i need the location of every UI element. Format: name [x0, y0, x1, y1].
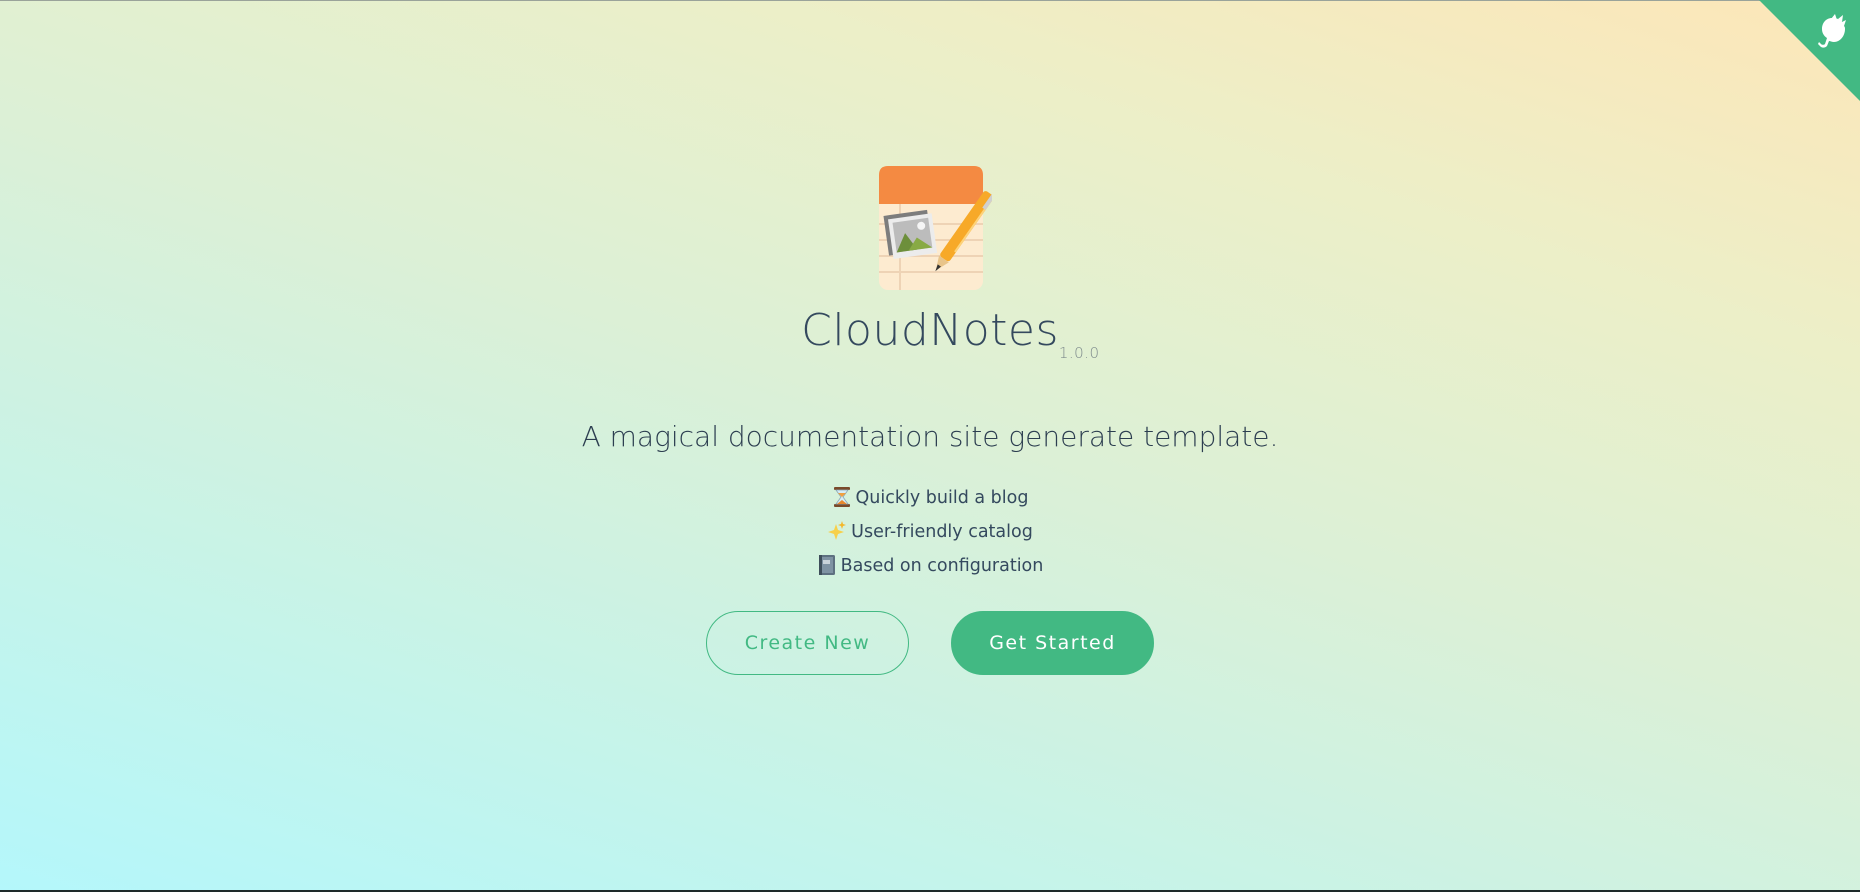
version-label: 1.0.0 [1058, 344, 1100, 362]
notepad-logo-icon [879, 166, 992, 290]
notebook-icon [818, 555, 835, 575]
feature-item: Quickly build a blog [0, 484, 1860, 518]
feature-item: User-friendly catalog [0, 518, 1860, 552]
site-title: CloudNotes 1.0.0 [801, 305, 1100, 362]
get-started-button[interactable]: Get Started [951, 611, 1154, 675]
title-wrap: CloudNotes 1.0.0 [0, 305, 1860, 362]
sparkles-icon [828, 521, 847, 540]
tagline: A magical documentation site generate te… [581, 420, 1279, 453]
action-buttons: Create New Get Started [0, 611, 1860, 675]
hourglass-icon [833, 487, 850, 507]
cover-section: CloudNotes 1.0.0 A magical documentation … [0, 0, 1860, 892]
feature-list: Quickly build a blog User-friendly catal… [0, 484, 1860, 586]
create-new-button[interactable]: Create New [706, 611, 909, 675]
feature-item: Based on configuration [0, 552, 1860, 586]
